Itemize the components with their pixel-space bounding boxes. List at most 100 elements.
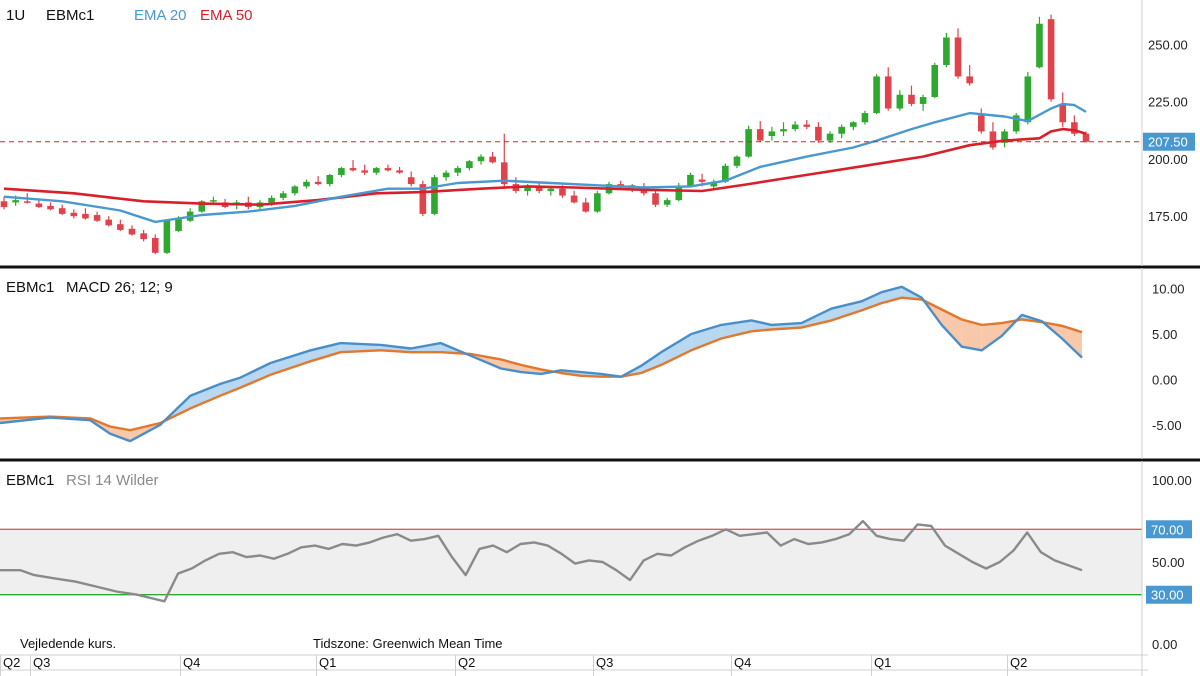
candle-body xyxy=(919,97,927,104)
candle-body xyxy=(582,202,590,212)
chart-canvas: 175.00 200.00 225.00 250.00 207.50 -5.00 0.00… xyxy=(0,0,1200,676)
quarter-label: Q2 xyxy=(458,655,475,670)
candle-body xyxy=(361,170,368,173)
quarter-label: Q1 xyxy=(874,655,891,670)
candle-body xyxy=(756,129,764,141)
candle-body xyxy=(570,195,578,203)
macd-panel: -5.00 0.00 5.00 10.00 xyxy=(0,282,1185,443)
rsi-upper-badge-label: 70.00 xyxy=(1151,522,1184,537)
footer-note: Vejledende kurs. xyxy=(20,636,116,651)
candle-body xyxy=(373,168,380,173)
candle-body xyxy=(675,186,683,201)
candle-body xyxy=(303,181,310,187)
candle-body xyxy=(815,126,822,141)
candle-body xyxy=(163,220,171,253)
candle-body xyxy=(105,219,113,226)
candle-body xyxy=(326,174,334,185)
candle-body xyxy=(966,76,973,84)
macd-tick-label: 5.00 xyxy=(1152,327,1177,342)
candle-body xyxy=(594,193,601,212)
macd-tick-label: 0.00 xyxy=(1152,372,1177,387)
candle-body xyxy=(489,156,496,163)
candle-body xyxy=(93,215,101,221)
macd-line xyxy=(0,285,1083,443)
candle-body xyxy=(861,113,869,123)
macd-tick-label: 10.00 xyxy=(1152,282,1185,297)
macd-title: MACD 26; 12; 9 xyxy=(66,279,173,296)
candle-body xyxy=(384,168,392,171)
candle-body xyxy=(977,115,985,132)
candle-body xyxy=(128,228,136,235)
candle-body xyxy=(559,188,566,196)
ema50-legend: EMA 50 xyxy=(200,7,253,24)
rsi-lower-badge-label: 30.00 xyxy=(1151,588,1184,603)
candle-body xyxy=(35,203,43,208)
candle-body xyxy=(58,208,66,214)
quarter-label: Q3 xyxy=(33,655,50,670)
candle-body xyxy=(1082,133,1090,142)
candle-body xyxy=(1024,76,1032,123)
candle-body xyxy=(896,94,904,109)
last-price-label: 207.50 xyxy=(1148,135,1188,150)
candle-body xyxy=(931,64,939,98)
macd-tick-label: -5.00 xyxy=(1152,418,1182,433)
ema20-legend: EMA 20 xyxy=(134,7,187,24)
candle-body xyxy=(733,156,741,166)
candle-body xyxy=(477,156,485,162)
quarter-label: Q4 xyxy=(734,655,751,670)
candle-body xyxy=(279,193,287,198)
candle-body xyxy=(396,170,403,173)
candle-body xyxy=(1059,103,1067,123)
candle-body xyxy=(908,94,915,104)
candle-body xyxy=(989,131,997,148)
candle-body xyxy=(850,122,857,127)
price-panel: 175.00 200.00 225.00 250.00 207.50 xyxy=(0,14,1195,254)
quarter-label: Q2 xyxy=(3,655,20,670)
interval-label: 1U xyxy=(6,7,25,24)
rsi-tick-label: 100.00 xyxy=(1152,473,1192,488)
rsi-title: RSI 14 Wilder xyxy=(66,472,159,489)
candle-body xyxy=(838,126,845,134)
candle-body xyxy=(780,129,787,132)
candle-body xyxy=(1036,23,1043,68)
candle-body xyxy=(12,200,19,203)
rsi-symbol-label: EBMc1 xyxy=(6,472,54,489)
price-tick-label: 175.00 xyxy=(1148,209,1188,224)
signal-line xyxy=(0,296,1083,432)
price-tick-label: 200.00 xyxy=(1148,152,1188,167)
footer-timezone: Tidszone: Greenwich Mean Time xyxy=(313,636,503,651)
candle-body xyxy=(943,37,950,65)
quarter-label: Q1 xyxy=(319,655,336,670)
quarter-label: Q4 xyxy=(183,655,200,670)
ema50-line xyxy=(3,127,1087,206)
candle-body xyxy=(47,205,54,210)
candle-body xyxy=(82,213,89,219)
candle-body xyxy=(826,133,834,141)
candle-body xyxy=(117,224,124,230)
candle-body xyxy=(338,168,345,175)
rsi-tick-label: 50.00 xyxy=(1152,555,1185,570)
candle-body xyxy=(873,76,880,114)
candle-body xyxy=(291,186,299,194)
quarter-label: Q2 xyxy=(1010,655,1027,670)
quarter-label: Q3 xyxy=(596,655,613,670)
candle-body xyxy=(745,129,752,157)
time-axis: Q2 Q3 Q4 Q1 Q2 Q3 Q4 Q1 Q2 xyxy=(0,655,1027,676)
rsi-tick-label: 0.00 xyxy=(1152,637,1177,652)
ema20-line xyxy=(3,102,1087,224)
candle-body xyxy=(1047,19,1055,100)
candle-body xyxy=(547,188,555,191)
candle-body xyxy=(140,233,147,240)
candle-body xyxy=(768,131,776,136)
candle-body xyxy=(698,179,706,182)
candle-body xyxy=(803,124,811,127)
candle-body xyxy=(954,37,962,77)
candle-body xyxy=(442,172,450,178)
candle-body xyxy=(349,168,357,171)
candle-body xyxy=(70,212,78,217)
candle-body xyxy=(687,174,694,187)
rsi-panel: 0.00 50.00 100.00 70.00 30.00 xyxy=(0,473,1192,652)
price-tick-label: 225.00 xyxy=(1148,95,1188,110)
candle-body xyxy=(663,200,671,205)
candle-body xyxy=(268,197,275,203)
